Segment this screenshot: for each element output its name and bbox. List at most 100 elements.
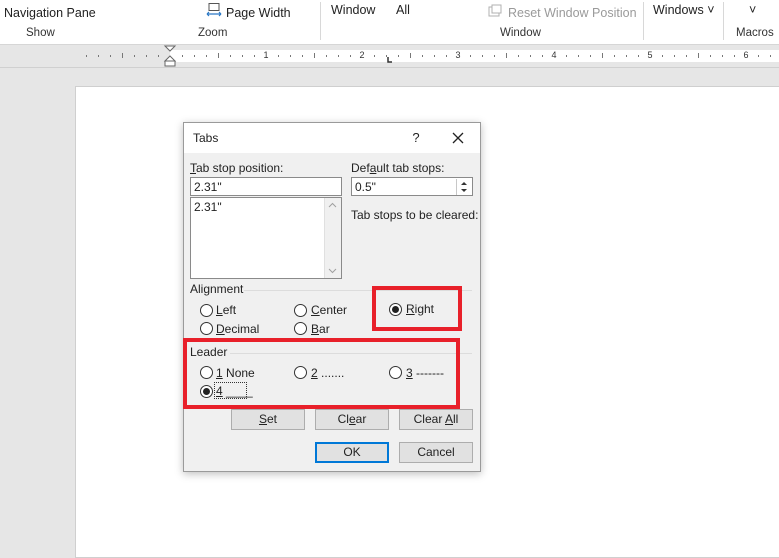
ruler-tick	[122, 53, 123, 58]
ruler-tick	[470, 55, 471, 57]
switch-windows-button[interactable]: Windows ˅	[653, 3, 715, 17]
close-icon[interactable]	[448, 128, 468, 148]
page-width-icon	[206, 3, 222, 17]
ribbon: Navigation Pane Page Width Window All Re…	[0, 0, 779, 45]
ruler-tick	[710, 55, 711, 57]
list-scrollbar[interactable]	[324, 198, 341, 278]
tab-stop-position-input[interactable]: 2.31"	[190, 177, 342, 196]
clear-button[interactable]: Clear	[315, 409, 389, 430]
ruler-number: 5	[647, 50, 652, 60]
ruler-tick	[278, 55, 279, 57]
ruler-tick	[218, 53, 219, 58]
group-label-window: Window	[500, 27, 541, 39]
alignment-left-radio[interactable]	[200, 304, 213, 317]
ruler-tick	[734, 55, 735, 57]
spin-down-icon[interactable]	[457, 187, 471, 195]
ruler-scale: 1 2 3 4 5 6	[86, 45, 779, 67]
alignment-bar-label[interactable]: Bar	[311, 322, 330, 336]
chevron-up-icon[interactable]	[328, 202, 337, 208]
ruler-tick	[302, 55, 303, 57]
ruler-tick	[590, 55, 591, 57]
highlight-right-alignment	[372, 286, 462, 331]
ruler-tick	[98, 55, 99, 57]
ruler-tick	[338, 55, 339, 57]
ruler-tick	[614, 55, 615, 57]
ruler-tick	[326, 55, 327, 57]
alignment-center-radio[interactable]	[294, 304, 307, 317]
ruler-tick	[386, 55, 387, 57]
ruler-tick	[674, 55, 675, 57]
chevron-down-icon[interactable]	[328, 268, 337, 274]
ruler-tick	[638, 55, 639, 57]
spinner-buttons[interactable]	[456, 179, 471, 195]
ruler-tick	[86, 55, 87, 57]
ruler-tick	[146, 55, 147, 57]
ruler-tick	[542, 55, 543, 57]
page-width-button[interactable]: Page Width	[226, 6, 291, 20]
ruler-tick	[506, 53, 507, 58]
ruler-tick	[530, 55, 531, 57]
ruler-tick	[602, 53, 603, 58]
ruler-number: 3	[455, 50, 460, 60]
alignment-decimal-radio[interactable]	[200, 322, 213, 335]
ruler-number: 4	[551, 50, 556, 60]
switch-windows-label: Windows	[653, 3, 704, 17]
help-button[interactable]: ?	[406, 128, 426, 148]
ruler-tick	[566, 55, 567, 57]
tab-stops-to-be-cleared-label: Tab stops to be cleared:	[351, 208, 479, 222]
ruler-tick	[770, 55, 771, 57]
list-item[interactable]: 2.31"	[191, 198, 341, 216]
alignment-group-label: Alignment	[190, 282, 244, 296]
group-label-macros: Macros	[736, 27, 774, 39]
navigation-pane-checkbox-label[interactable]: Navigation Pane	[4, 6, 96, 20]
default-tab-stops-label: Default tab stops:	[351, 161, 445, 175]
default-tab-stops-spinner[interactable]: 0.5"	[351, 177, 473, 196]
ruler-tick	[686, 55, 687, 57]
dialog-title: Tabs	[193, 131, 219, 145]
ruler-tick	[242, 55, 243, 57]
reset-window-position-button[interactable]: Reset Window Position	[508, 6, 637, 20]
ruler-number: 1	[263, 50, 268, 60]
ruler-tick	[194, 55, 195, 57]
group-label-zoom: Zoom	[198, 27, 228, 39]
tab-stop-position-label: Tab stop position:	[190, 161, 284, 175]
spin-up-icon[interactable]	[457, 179, 471, 187]
alignment-bar-radio[interactable]	[294, 322, 307, 335]
arrange-all-button[interactable]: All	[396, 3, 410, 17]
ruler-tick	[314, 53, 315, 58]
highlight-leader-group	[183, 338, 460, 409]
ruler-tick	[398, 55, 399, 57]
reset-window-position-icon	[488, 4, 502, 17]
new-window-button[interactable]: Window	[331, 3, 375, 17]
alignment-center-label[interactable]: Center	[311, 303, 347, 317]
cancel-button[interactable]: Cancel	[399, 442, 473, 463]
ribbon-separator	[643, 2, 644, 40]
ruler-tick	[110, 55, 111, 57]
ruler-tick	[230, 55, 231, 57]
ruler-tick	[626, 55, 627, 57]
chevron-down-icon: ˅	[707, 3, 715, 17]
ruler-tick	[434, 55, 435, 57]
ruler-tick	[410, 53, 411, 58]
horizontal-ruler[interactable]: 1 2 3 4 5 6	[0, 45, 779, 68]
ruler-tick	[374, 55, 375, 57]
alignment-decimal-label[interactable]: Decimal	[216, 322, 259, 336]
ruler-tick	[446, 55, 447, 57]
ruler-tick	[134, 55, 135, 57]
ruler-tick	[206, 55, 207, 57]
set-button[interactable]: Set	[231, 409, 305, 430]
ruler-tick	[182, 55, 183, 57]
tab-stop-list[interactable]: 2.31"	[190, 197, 342, 279]
macros-dropdown-icon[interactable]: ˅	[749, 3, 756, 17]
ruler-tick	[518, 55, 519, 57]
alignment-left-label[interactable]: Left	[216, 303, 236, 317]
ribbon-separator	[723, 2, 724, 40]
ruler-number: 6	[743, 50, 748, 60]
ruler-tick	[662, 55, 663, 57]
ok-button[interactable]: OK	[315, 442, 389, 463]
ruler-tick	[698, 53, 699, 58]
ruler-tick	[722, 55, 723, 57]
ruler-tick	[158, 55, 159, 57]
clear-all-button[interactable]: Clear All	[399, 409, 473, 430]
ruler-tick	[350, 55, 351, 57]
